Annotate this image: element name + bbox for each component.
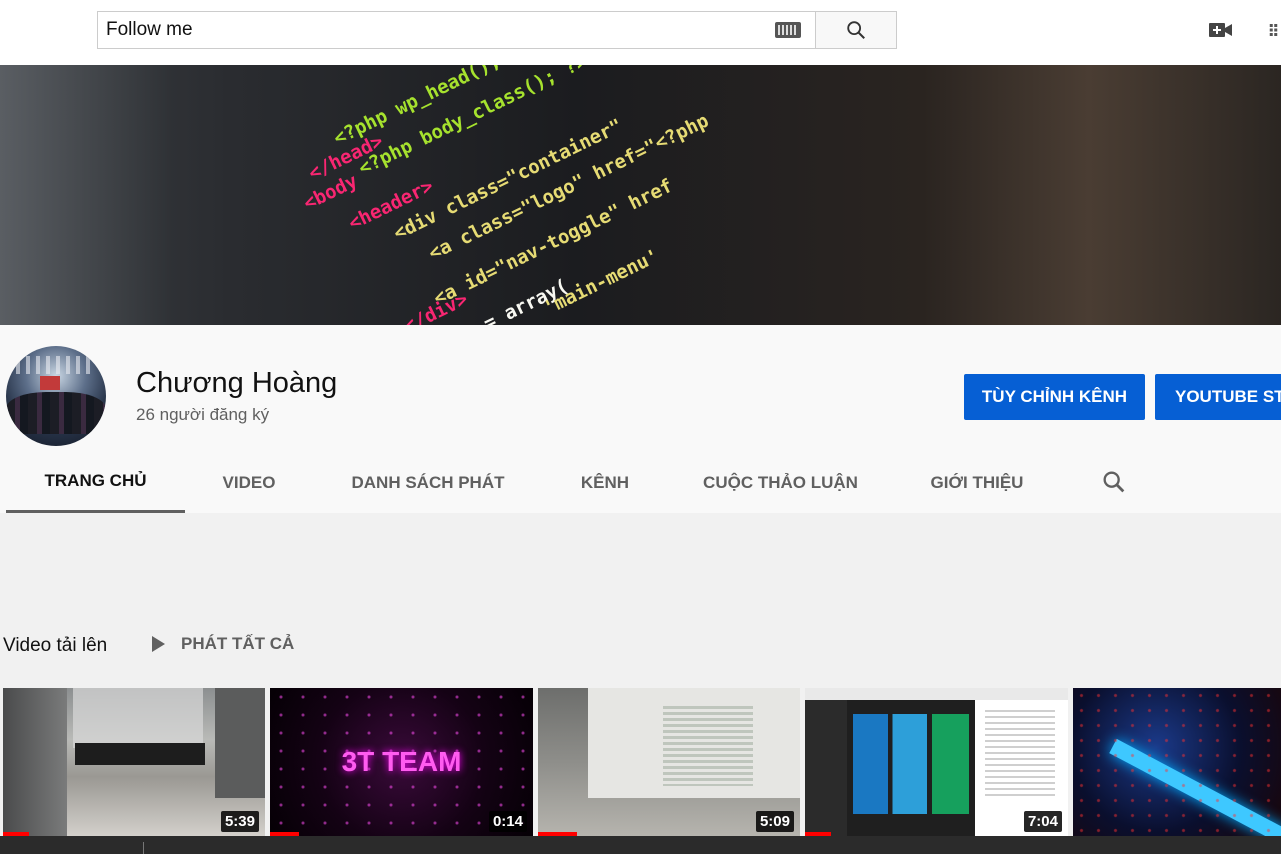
tab-home[interactable]: TRANG CHỦ bbox=[6, 452, 185, 513]
search-bar bbox=[97, 11, 897, 49]
channel-tabs: TRANG CHỦ VIDEO DANH SÁCH PHÁT KÊNH CUỘC… bbox=[0, 452, 1281, 513]
thumb-sparks bbox=[1073, 688, 1281, 836]
keyboard-icon[interactable] bbox=[775, 22, 801, 38]
uploads-title[interactable]: Video tải lên bbox=[3, 635, 107, 657]
divider bbox=[143, 842, 144, 854]
avatar-crowd bbox=[6, 392, 106, 434]
video-thumbnail[interactable]: 3T TEAM 0:14 bbox=[270, 688, 533, 836]
thumb-start-list bbox=[805, 700, 847, 836]
search-icon bbox=[847, 21, 865, 39]
thumb-start-tiles bbox=[847, 700, 975, 836]
tab-videos[interactable]: VIDEO bbox=[205, 452, 293, 513]
thumb-text-block bbox=[985, 710, 1055, 800]
subscriber-count: 26 người đăng ký bbox=[136, 405, 270, 424]
home-content: Video tải lên PHÁT TẤT CẢ 5:39 3T TEAM 0… bbox=[0, 513, 1281, 854]
channel-header: Chương Hoàng 26 người đăng ký TÙY CHỈNH … bbox=[0, 325, 1281, 513]
search-icon[interactable] bbox=[1100, 468, 1128, 496]
apps-grid-icon[interactable] bbox=[1266, 18, 1281, 42]
youtube-studio-button[interactable]: YOUTUBE STUDIO bbox=[1155, 374, 1281, 420]
thumb-browser-bar bbox=[805, 688, 1068, 700]
thumb-object bbox=[75, 743, 205, 765]
play-all-button[interactable]: PHÁT TẤT CẢ bbox=[152, 634, 294, 654]
customize-channel-button[interactable]: TÙY CHỈNH KÊNH bbox=[964, 374, 1145, 420]
video-duration: 7:04 bbox=[1023, 811, 1062, 832]
tab-playlists[interactable]: DANH SÁCH PHÁT bbox=[338, 452, 518, 513]
video-duration: 5:39 bbox=[220, 811, 259, 832]
channel-name: Chương Hoàng bbox=[136, 367, 338, 399]
video-duration: 5:09 bbox=[755, 811, 794, 832]
video-thumbnail[interactable]: 5:39 bbox=[3, 688, 265, 836]
channel-banner: <?php wp_head(); ?> </head> <?php body_cla… bbox=[0, 65, 1281, 325]
play-all-label: PHÁT TẤT CẢ bbox=[181, 634, 295, 653]
avatar-lights bbox=[16, 356, 96, 374]
thumb-title-text: 3T TEAM bbox=[341, 746, 462, 777]
banner-shade bbox=[0, 65, 170, 325]
search-box[interactable] bbox=[97, 11, 815, 49]
tab-channels[interactable]: KÊNH bbox=[563, 452, 647, 513]
video-thumbnail[interactable]: 7:04 bbox=[805, 688, 1068, 836]
top-bar bbox=[0, 0, 1281, 65]
avatar-banner bbox=[40, 376, 60, 390]
search-input[interactable] bbox=[106, 19, 775, 41]
video-camera-add-icon[interactable] bbox=[1208, 18, 1234, 42]
tab-about[interactable]: GIỚI THIỆU bbox=[914, 452, 1040, 513]
thumb-pillar bbox=[215, 688, 265, 798]
thumb-table bbox=[663, 706, 753, 786]
bottom-bar bbox=[0, 836, 1281, 854]
video-thumbnail[interactable]: 5:09 bbox=[538, 688, 800, 836]
video-duration: 0:14 bbox=[488, 811, 527, 832]
thumb-wall bbox=[73, 688, 203, 748]
search-button[interactable] bbox=[815, 11, 897, 49]
play-icon bbox=[152, 636, 165, 652]
thumb-door bbox=[3, 688, 67, 836]
avatar[interactable] bbox=[6, 346, 106, 446]
thumb-tile-grid bbox=[853, 714, 969, 814]
tab-discussion[interactable]: CUỘC THẢO LUẬN bbox=[692, 452, 869, 513]
video-thumbnail[interactable] bbox=[1073, 688, 1281, 836]
